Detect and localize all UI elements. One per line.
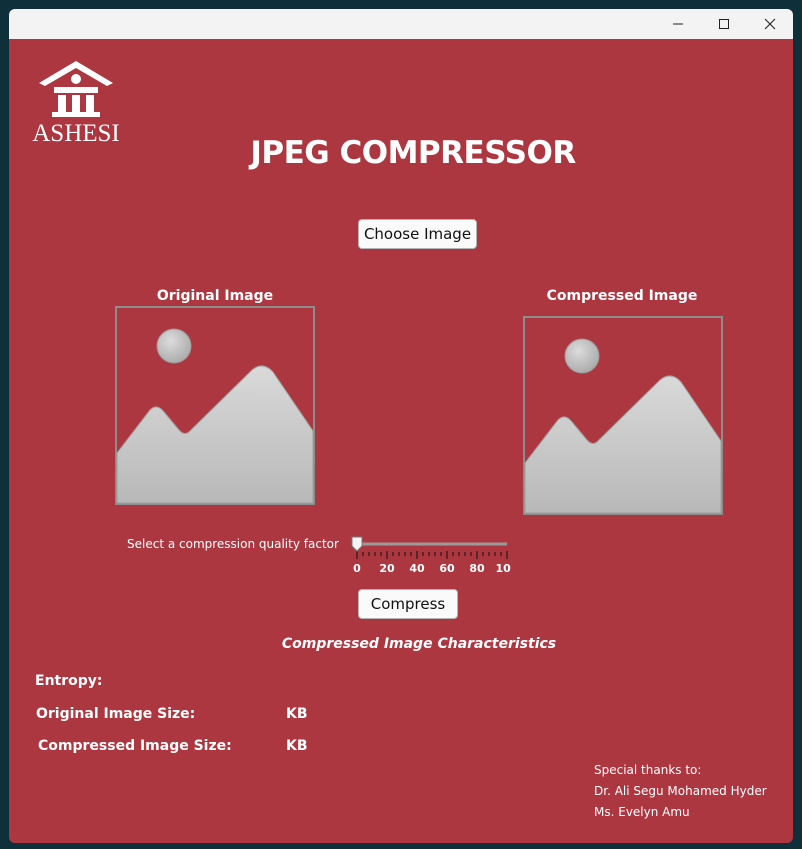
original-size-label: Original Image Size: — [36, 706, 196, 722]
entropy-label: Entropy: — [35, 673, 103, 689]
quality-slider-label: Select a compression quality factor — [127, 537, 339, 551]
close-icon — [764, 18, 776, 30]
maximize-button[interactable] — [701, 9, 747, 39]
credits-heading: Special thanks to: — [594, 763, 702, 777]
credits-name: Ms. Evelyn Amu — [594, 805, 690, 819]
quality-slider[interactable]: 0 20 40 60 80 100 — [341, 534, 519, 576]
original-size-unit: KB — [286, 706, 308, 722]
slider-thumb[interactable] — [351, 536, 363, 552]
maximize-icon — [719, 19, 729, 29]
compressed-size-label: Compressed Image Size: — [38, 738, 232, 754]
original-image-placeholder — [115, 306, 315, 505]
original-image-label: Original Image — [156, 288, 274, 304]
close-button[interactable] — [747, 9, 793, 39]
image-placeholder-icon — [523, 316, 723, 515]
image-placeholder-icon — [115, 306, 315, 505]
slider-tick-label: 100 — [496, 562, 511, 575]
title-bar[interactable] — [9, 9, 793, 39]
slider-tick-label: 40 — [409, 562, 425, 575]
slider-tick-label: 0 — [353, 562, 361, 575]
minimize-icon — [673, 23, 683, 25]
slider-tick-label: 20 — [379, 562, 395, 575]
slider-tick-label: 60 — [439, 562, 455, 575]
slider-tick-label: 80 — [469, 562, 485, 575]
choose-image-button[interactable]: Choose Image — [358, 219, 477, 249]
compress-button[interactable]: Compress — [358, 589, 458, 619]
slider-tick-labels: 0 20 40 60 80 100 — [353, 562, 519, 575]
slider-ticks — [356, 551, 508, 559]
characteristics-title: Compressed Image Characteristics — [281, 636, 557, 652]
minimize-button[interactable] — [655, 9, 701, 39]
compressed-image-placeholder — [523, 316, 723, 515]
compressed-image-label: Compressed Image — [546, 288, 698, 304]
credits: Special thanks to: Dr. Ali Segu Mohamed … — [594, 760, 767, 823]
app-window: ASHESI JPEG COMPRESSOR Choose Image Orig… — [9, 9, 793, 843]
page-title: JPEG COMPRESSOR — [250, 135, 576, 171]
compressed-size-unit: KB — [286, 738, 308, 754]
credits-name: Dr. Ali Segu Mohamed Hyder — [594, 784, 767, 798]
